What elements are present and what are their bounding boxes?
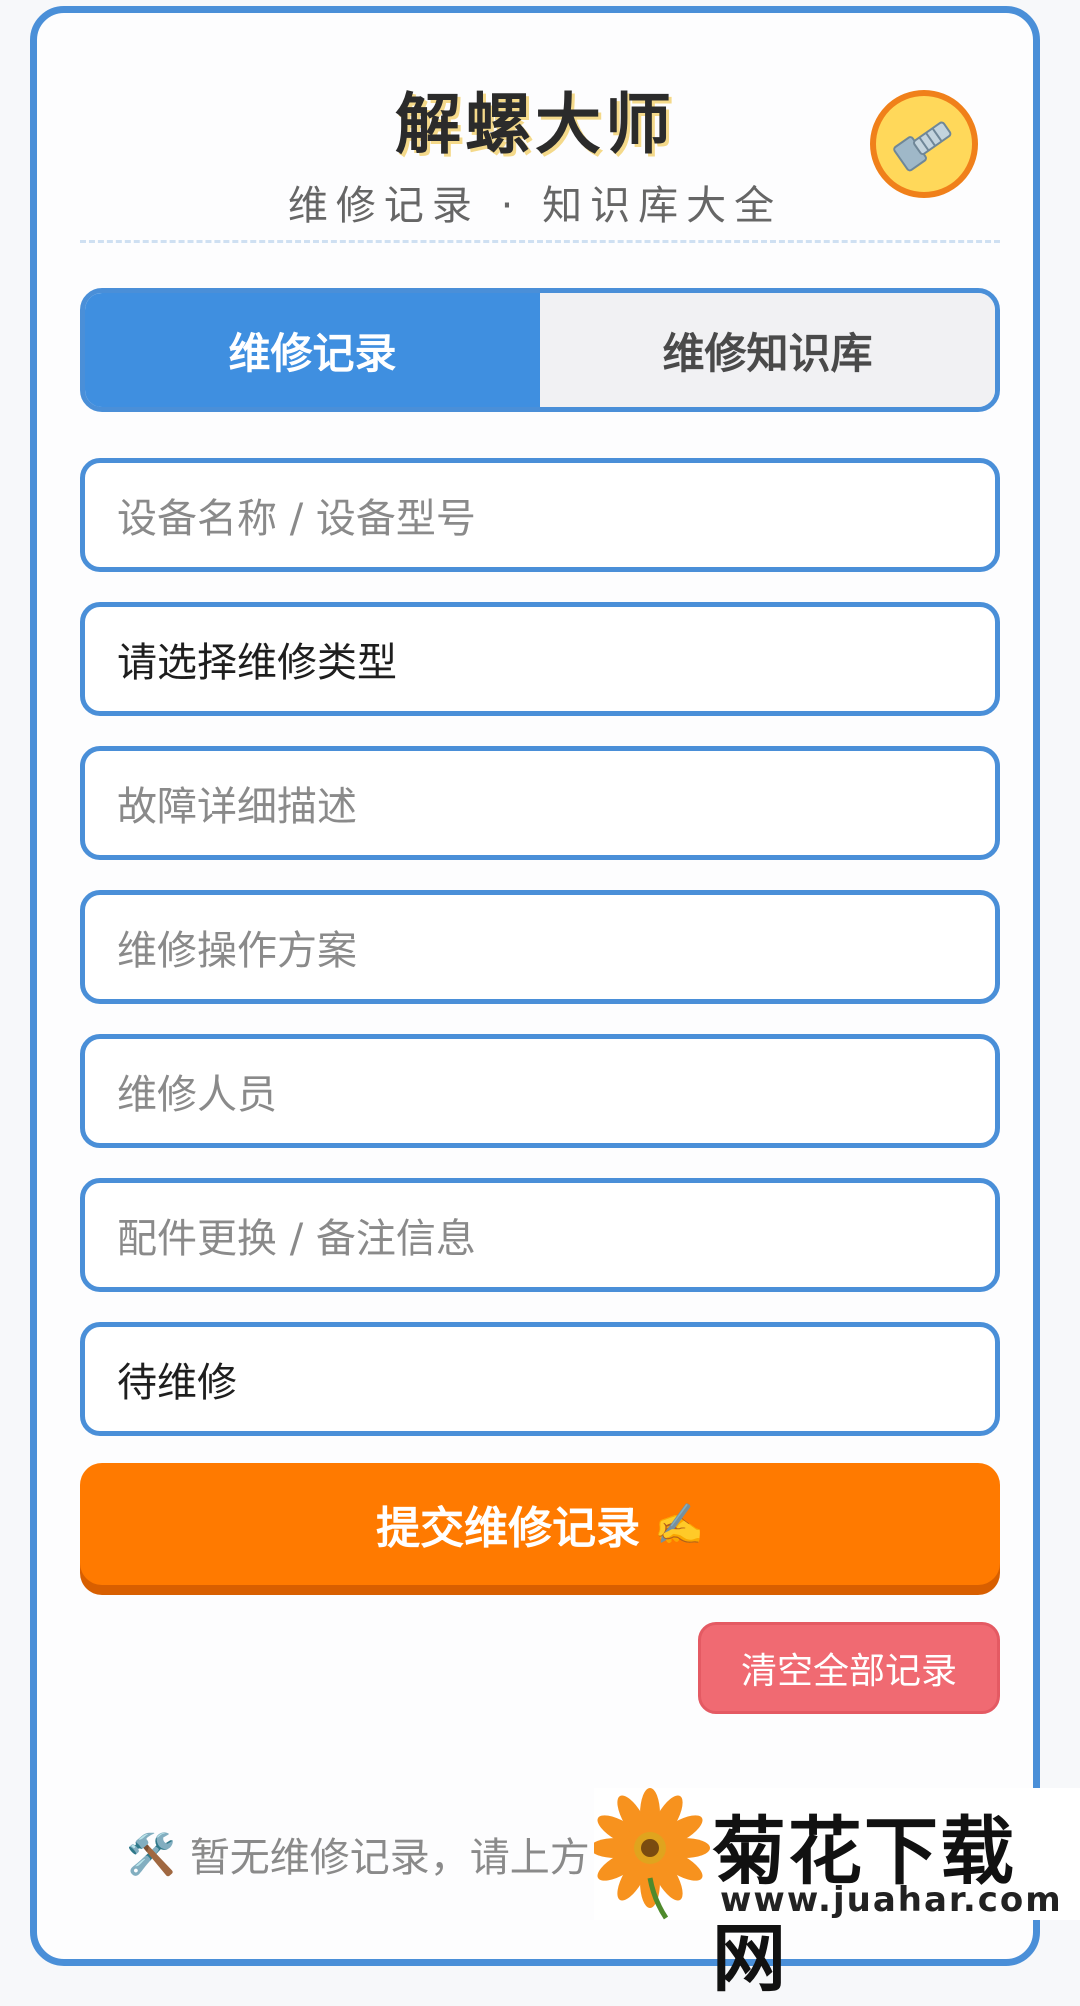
fault-description-input[interactable]: 故障详细描述 xyxy=(80,746,1000,860)
notes-input[interactable]: 配件更换 / 备注信息 xyxy=(80,1178,1000,1292)
bolt-icon xyxy=(870,90,978,198)
writing-hand-icon: ✍️ xyxy=(654,1501,704,1548)
watermark-url: www.juahar.com xyxy=(720,1880,1063,1920)
empty-state: 🛠️ 暂无维修记录，请上方 xyxy=(126,1825,590,1883)
flower-icon xyxy=(594,1788,710,1920)
tab-bar: 维修记录 维修知识库 xyxy=(80,288,1000,412)
watermark: 菊花下载网 www.juahar.com xyxy=(594,1788,1080,2002)
repair-plan-input[interactable]: 维修操作方案 xyxy=(80,890,1000,1004)
clear-all-button[interactable]: 清空全部记录 xyxy=(698,1622,1000,1714)
app-subtitle: 维修记录 · 知识库大全 xyxy=(287,183,783,229)
status-select[interactable]: 待维修 xyxy=(80,1322,1000,1436)
device-input[interactable]: 设备名称 / 设备型号 xyxy=(80,458,1000,572)
tab-repair-records[interactable]: 维修记录 xyxy=(85,293,540,407)
repair-staff-input[interactable]: 维修人员 xyxy=(80,1034,1000,1148)
repair-type-select[interactable]: 请选择维修类型 xyxy=(80,602,1000,716)
tools-icon: 🛠️ xyxy=(126,1831,176,1878)
submit-button-label: 提交维修记录 xyxy=(376,1503,641,1554)
empty-state-text: 暂无维修记录，请上方 xyxy=(189,1835,590,1881)
submit-button[interactable]: 提交维修记录 ✍️ xyxy=(80,1463,1000,1585)
header-divider xyxy=(80,240,1000,243)
tab-knowledge-base[interactable]: 维修知识库 xyxy=(540,293,995,407)
